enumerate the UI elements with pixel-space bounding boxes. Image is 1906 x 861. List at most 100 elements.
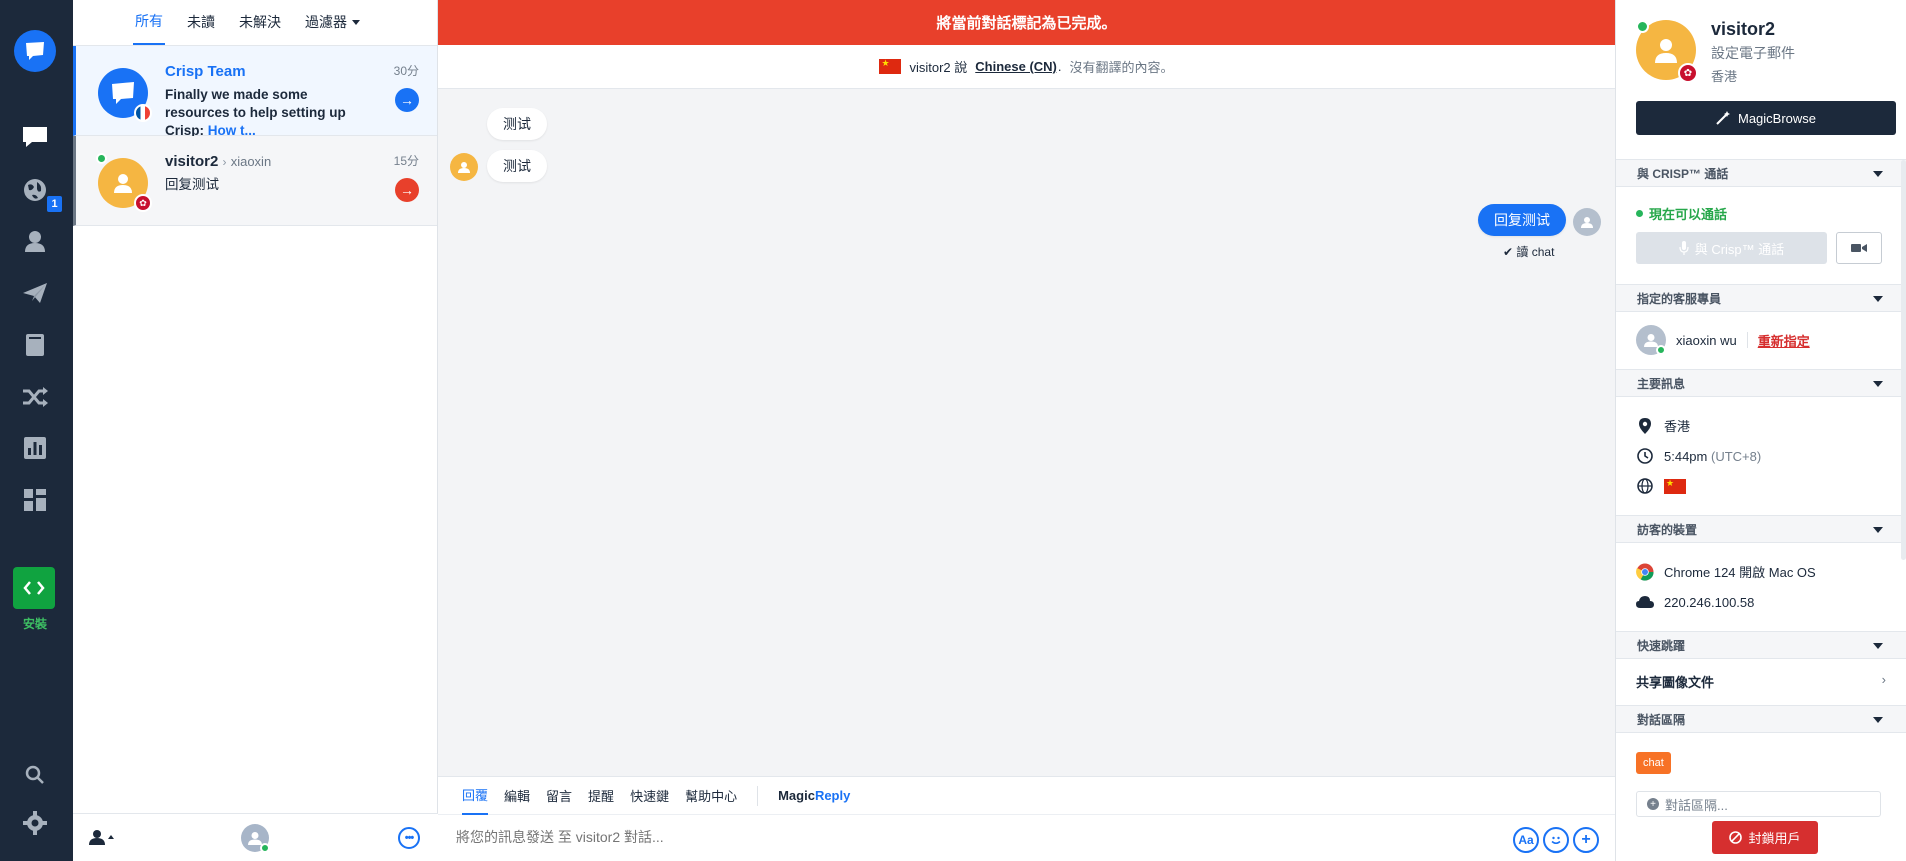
video-call-button[interactable] [1836, 232, 1882, 264]
tab-all[interactable]: 所有 [133, 0, 165, 45]
language-prefix: visitor2 說 [909, 60, 968, 75]
user-icon[interactable] [20, 226, 50, 256]
magic-reply-prefix: Magic [778, 788, 815, 803]
visitor-name[interactable]: visitor2 [1711, 19, 1775, 40]
shuffle-icon[interactable] [20, 382, 50, 412]
segment-tag[interactable]: chat [1636, 752, 1671, 774]
city-row: 香港 [1636, 416, 1690, 435]
profile-header: ✿ visitor2 設定電子郵件 香港 [1616, 0, 1906, 95]
panel-scrollbar[interactable] [1901, 160, 1906, 560]
conversation-name: Crisp Team [165, 63, 246, 80]
gear-icon[interactable] [20, 808, 50, 838]
local-time-value: 5:44pm [1664, 448, 1708, 464]
reassign-link[interactable]: 重新指定 [1758, 331, 1810, 350]
magicbrowse-label: MagicBrowse [1737, 110, 1817, 126]
crisp-logo-icon[interactable] [14, 30, 56, 72]
install-label: 安裝 [22, 617, 47, 631]
section-visitor-device[interactable]: 訪客的裝置 [1616, 515, 1906, 543]
search-icon[interactable] [20, 760, 50, 790]
availability-menu[interactable] [89, 829, 114, 845]
call-availability: 現在可以通話 [1636, 204, 1727, 223]
browser-row: Chrome 124 開啟 Mac OS [1636, 562, 1816, 581]
filters-label: 過濾器 [305, 14, 347, 30]
call-button[interactable]: 與 Crisp™ 通話 [1636, 232, 1827, 264]
section-main-info[interactable]: 主要訊息 [1616, 369, 1906, 397]
map-pin-icon [1636, 417, 1654, 435]
segment-input[interactable]: + 對話區隔... [1636, 791, 1881, 817]
tab-reminder[interactable]: 提醒 [588, 777, 614, 815]
operator-avatar[interactable] [241, 824, 270, 853]
tab-edit[interactable]: 編輯 [504, 777, 530, 815]
translation-status: 沒有翻譯的內容。 [1069, 60, 1174, 75]
conversation-list-panel: 所有 未讀 未解決 過濾器 Crisp Team 30分 Finally we … [73, 0, 438, 861]
visitors-badge: 1 [47, 196, 62, 212]
france-flag-icon [134, 104, 152, 122]
formatting-button[interactable]: Aa [1513, 827, 1539, 853]
section-title: 指定的客服專員 [1637, 291, 1722, 306]
tab-unresolved[interactable]: 未解決 [237, 0, 283, 45]
clock-icon [1636, 447, 1654, 465]
set-email-link[interactable]: 設定電子郵件 [1711, 43, 1795, 63]
caret-up-icon [108, 835, 114, 839]
message-composer: 回覆 編輯 留言 提醒 快速鍵 幫助中心 MagicReply Aa + [438, 776, 1615, 861]
china-flag-icon [879, 58, 902, 74]
country-row [1636, 477, 1686, 495]
section-call[interactable]: 與 CRISP™ 通話 [1616, 159, 1906, 187]
conversation-item-visitor2[interactable]: ✿ visitor2 › xiaoxin 15分 回复测试 → [73, 136, 437, 226]
caret-down-icon [1873, 381, 1883, 387]
section-shortcuts[interactable]: 快速跳躍 [1616, 631, 1906, 659]
arrow-right-icon[interactable]: → [395, 178, 419, 202]
call-available-text: 現在可以通話 [1649, 207, 1728, 222]
chevron-right-icon: › [222, 155, 227, 169]
arrow-right-icon[interactable]: → [395, 88, 419, 112]
chat-bubble-icon[interactable] [20, 122, 50, 152]
timezone-value: (UTC+8) [1711, 448, 1762, 464]
plugins-icon[interactable] [20, 485, 50, 515]
conversation-item-crisp-team[interactable]: Crisp Team 30分 Finally we made some reso… [73, 46, 437, 138]
shared-files-label: 共享圖像文件 [1636, 675, 1715, 690]
tab-note[interactable]: 留言 [546, 777, 572, 815]
visitor-name: visitor2 [165, 153, 219, 170]
message-input[interactable] [456, 829, 1456, 845]
add-circle-icon: + [1647, 798, 1659, 810]
filter-tabs: 所有 未讀 未解決 過濾器 [73, 0, 437, 46]
tab-reply[interactable]: 回覆 [462, 777, 489, 815]
caret-down-icon [1873, 296, 1883, 302]
paper-plane-icon[interactable] [20, 278, 50, 308]
install-button[interactable] [13, 567, 55, 609]
section-title: 訪客的裝置 [1637, 522, 1698, 537]
tab-magic-reply[interactable]: Magic Reply [778, 777, 850, 815]
segment-placeholder: 對話區隔... [1665, 797, 1728, 813]
caret-down-icon [1873, 717, 1883, 723]
tab-unread[interactable]: 未讀 [185, 0, 217, 45]
status-dot-icon [1636, 210, 1643, 217]
more-options-icon[interactable]: ••• [398, 827, 420, 849]
list-footer: ••• [73, 813, 438, 861]
emoji-icon[interactable] [1543, 827, 1569, 853]
bar-chart-icon[interactable] [20, 433, 50, 463]
operator-avatar [1573, 208, 1601, 236]
chevron-right-icon: › [1881, 672, 1886, 687]
tab-help-center[interactable]: 幫助中心 [685, 777, 737, 815]
section-assigned-agent[interactable]: 指定的客服專員 [1616, 284, 1906, 312]
caret-down-icon [1873, 643, 1883, 649]
tab-filters[interactable]: 過濾器 [303, 0, 362, 45]
cloud-icon [1636, 593, 1654, 611]
shared-files-link[interactable]: 共享圖像文件 › [1636, 672, 1886, 691]
block-user-button[interactable]: 封鎖用戶 [1712, 821, 1818, 854]
resolve-banner[interactable]: 將當前對話標記為已完成。 [438, 0, 1615, 45]
local-time-row: 5:44pm (UTC+8) [1636, 447, 1761, 465]
video-camera-icon [1851, 244, 1867, 252]
language-name[interactable]: Chinese (CN) [975, 59, 1057, 74]
magicbrowse-button[interactable]: MagicBrowse [1636, 101, 1896, 135]
globe-icon[interactable] [20, 175, 50, 205]
book-icon[interactable] [20, 330, 50, 360]
visitor-profile-panel: ✿ visitor2 設定電子郵件 香港 MagicBrowse 與 CRISP… [1615, 0, 1906, 861]
visitor-location: 香港 [1711, 69, 1738, 84]
section-segments[interactable]: 對話區隔 [1616, 705, 1906, 733]
block-user-label: 封鎖用戶 [1748, 831, 1801, 846]
plus-icon[interactable]: + [1573, 827, 1599, 853]
chrome-icon [1636, 563, 1654, 581]
tab-shortcuts[interactable]: 快速鍵 [630, 777, 669, 815]
agent-name: xiaoxin wu [1676, 332, 1737, 348]
